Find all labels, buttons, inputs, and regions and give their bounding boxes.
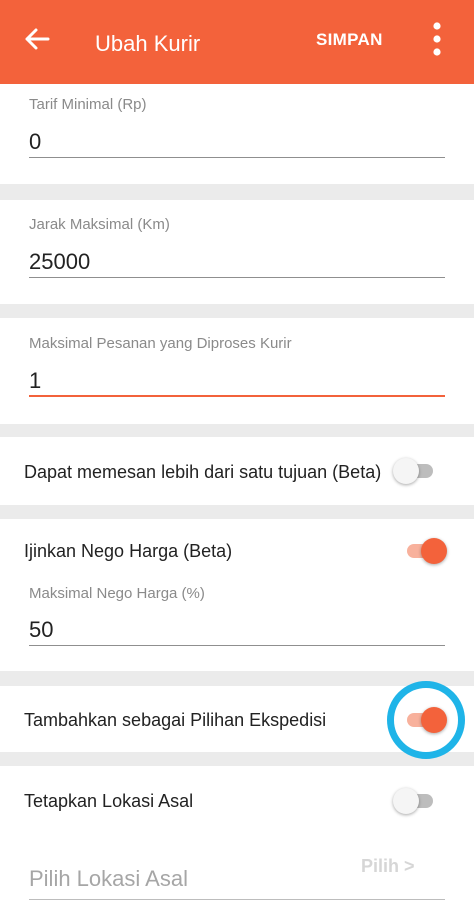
origin-underline bbox=[29, 899, 445, 900]
max-orders-card: Maksimal Pesanan yang Diproses Kurir 1 bbox=[0, 318, 474, 424]
pick-location-button[interactable]: Pilih > bbox=[361, 856, 415, 877]
multi-destination-row: Dapat memesan lebih dari satu tujuan (Be… bbox=[0, 437, 474, 505]
origin-location-input[interactable]: Pilih Lokasi Asal bbox=[29, 866, 188, 892]
multi-destination-toggle[interactable] bbox=[393, 456, 437, 486]
max-distance-card: Jarak Maksimal (Km) 25000 bbox=[0, 200, 474, 304]
min-tariff-input[interactable]: 0 bbox=[29, 129, 41, 155]
multi-destination-label: Dapat memesan lebih dari satu tujuan (Be… bbox=[24, 462, 382, 482]
toggle-thumb bbox=[421, 538, 447, 564]
toggle-thumb bbox=[393, 788, 419, 814]
max-nego-underline bbox=[29, 645, 445, 646]
max-nego-label: Maksimal Nego Harga (%) bbox=[29, 585, 205, 602]
toggle-thumb bbox=[393, 458, 419, 484]
nego-price-toggle[interactable] bbox=[403, 536, 447, 566]
more-vertical-icon[interactable] bbox=[428, 22, 446, 56]
min-tariff-card: Tarif Minimal (Rp) 0 bbox=[0, 84, 474, 184]
expedition-option-label: Tambahkan sebagai Pilihan Ekspedisi bbox=[24, 710, 327, 730]
min-tariff-label: Tarif Minimal (Rp) bbox=[29, 96, 147, 113]
origin-location-label: Tetapkan Lokasi Asal bbox=[24, 791, 194, 811]
arrow-left-icon[interactable] bbox=[22, 24, 52, 54]
origin-location-toggle[interactable] bbox=[393, 786, 437, 816]
max-distance-underline bbox=[29, 277, 445, 278]
highlight-ring bbox=[387, 681, 465, 759]
nego-price-label: Ijinkan Nego Harga (Beta) bbox=[24, 541, 233, 561]
nego-price-card: Ijinkan Nego Harga (Beta) Maksimal Nego … bbox=[0, 519, 474, 671]
max-orders-label: Maksimal Pesanan yang Diproses Kurir bbox=[29, 335, 292, 352]
max-orders-underline bbox=[29, 395, 445, 397]
origin-location-card: Tetapkan Lokasi Asal bbox=[0, 766, 474, 924]
save-button[interactable]: SIMPAN bbox=[316, 30, 383, 50]
app-bar: Ubah Kurir SIMPAN bbox=[0, 0, 474, 84]
max-orders-input[interactable]: 1 bbox=[29, 368, 41, 394]
max-distance-label: Jarak Maksimal (Km) bbox=[29, 216, 170, 233]
page-title: Ubah Kurir bbox=[95, 31, 201, 56]
min-tariff-underline bbox=[29, 157, 445, 158]
max-nego-input[interactable]: 50 bbox=[29, 617, 53, 643]
max-distance-input[interactable]: 25000 bbox=[29, 249, 90, 275]
